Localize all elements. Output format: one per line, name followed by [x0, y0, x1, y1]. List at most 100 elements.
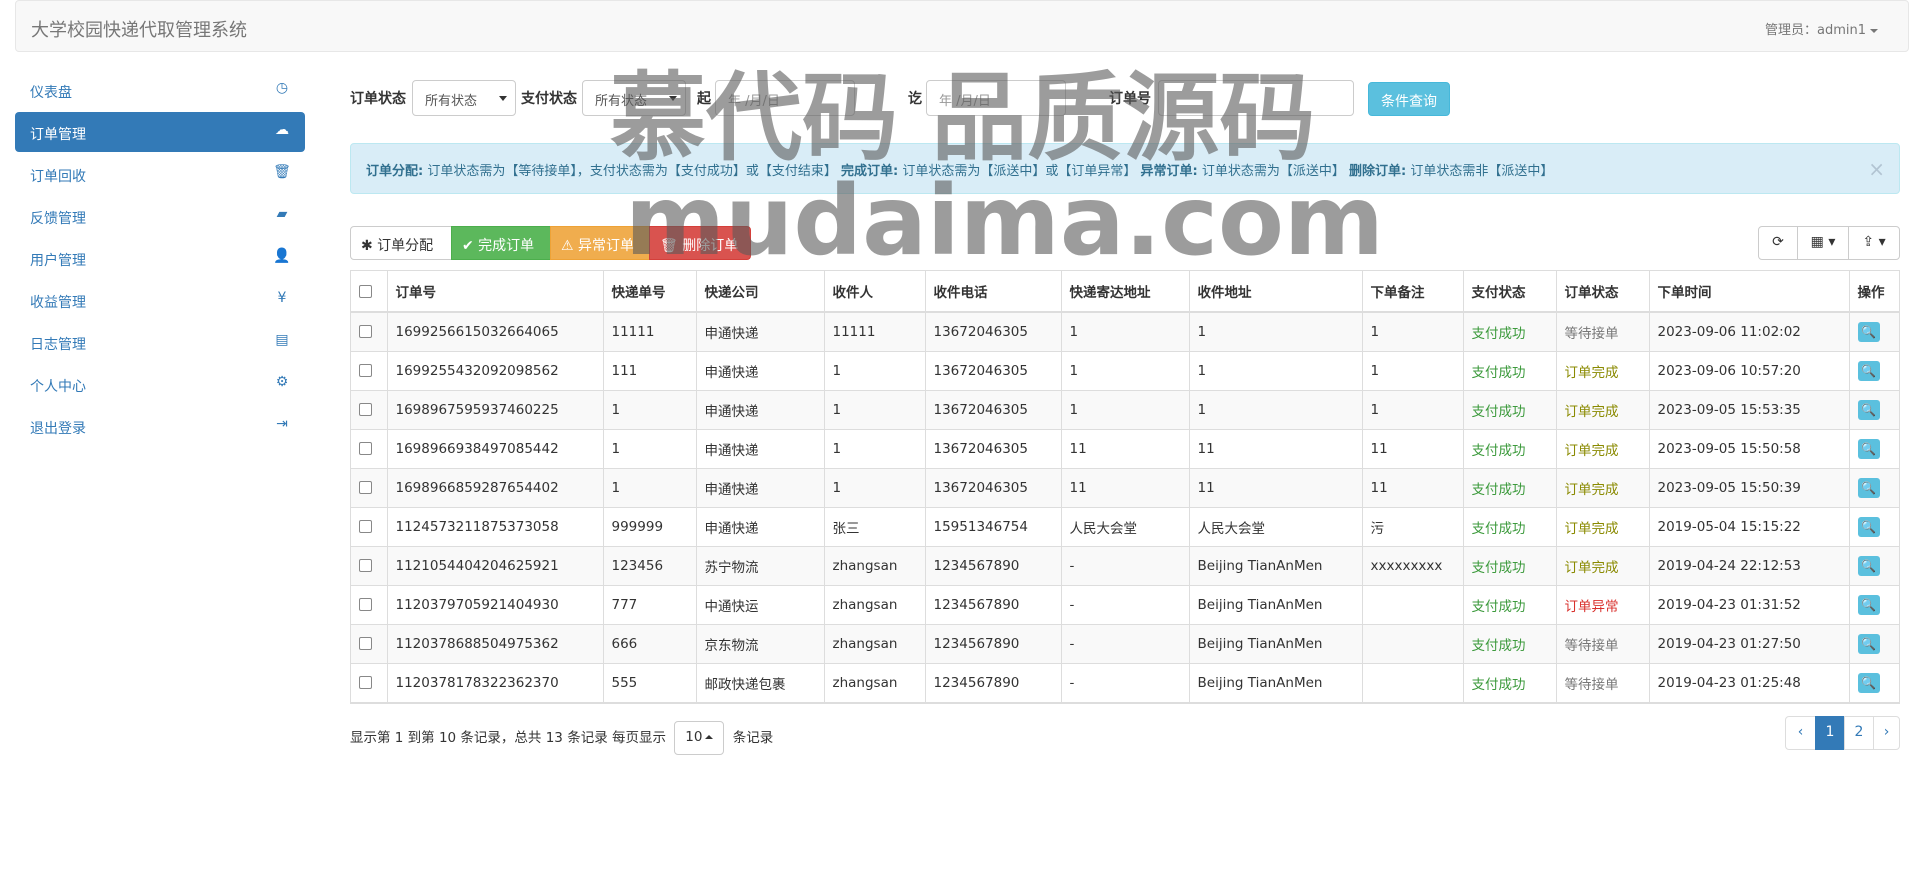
row-checkbox[interactable] — [359, 364, 372, 377]
view-detail-icon[interactable]: 🔍 — [1857, 360, 1880, 381]
caret-down-icon — [1870, 28, 1878, 33]
table-row[interactable]: 1121054404204625921 123456 苏宁物流 zhangsan 123… — [351, 546, 1899, 586]
comment-icon: ▰ — [276, 206, 288, 222]
dashboard-icon: ◷ — [275, 80, 289, 96]
column-header[interactable]: 快递公司 — [696, 271, 825, 313]
sidebar-item-0[interactable]: 仪表盘 ◷ — [15, 70, 305, 110]
view-detail-icon[interactable]: 🔍 — [1857, 399, 1880, 420]
table-cell: 2019-05-04 15:15:22 — [1649, 507, 1850, 547]
sidebar-item-7[interactable]: 个人中心 ⚙ — [15, 364, 305, 404]
table-cell: 订单完成 — [1556, 429, 1650, 469]
row-checkbox[interactable] — [359, 559, 372, 572]
table-cell: 1 — [824, 351, 926, 391]
table-cell: 777 — [603, 585, 697, 625]
sidebar-item-8[interactable]: 退出登录 ⇥ — [15, 406, 305, 446]
table-cell: 2023-09-05 15:53:35 — [1649, 390, 1850, 430]
table-cell: 1699256615032664065 — [387, 312, 604, 352]
cloud-upload-icon: ☁ — [275, 122, 289, 138]
sidebar-item-5[interactable]: 收益管理 ¥ — [15, 280, 305, 320]
column-header[interactable]: 收件地址 — [1189, 271, 1363, 313]
table-row[interactable]: 1699255432092098562 111 申通快递 1 13672046305 1 1… — [351, 351, 1899, 391]
complete-order-button[interactable]: ✔ 完成订单 — [451, 226, 551, 260]
table-cell: 1 — [1362, 312, 1464, 352]
column-header[interactable]: 下单备注 — [1362, 271, 1464, 313]
table-cell: 15951346754 — [925, 507, 1062, 547]
export-icon[interactable]: ⇪ ▾ — [1848, 226, 1900, 260]
table-cell: - — [1061, 663, 1190, 703]
close-icon[interactable]: × — [1868, 157, 1885, 181]
sidebar-item-2[interactable]: 订单回收 🗑 — [15, 154, 305, 194]
column-header[interactable]: 操作 — [1849, 271, 1899, 313]
sidebar-item-1[interactable]: 订单管理 ☁ — [15, 112, 305, 152]
row-checkbox[interactable] — [359, 325, 372, 339]
table-cell: 1698966938497085442 — [387, 429, 604, 469]
column-header[interactable]: 订单号 — [387, 271, 604, 313]
column-header[interactable]: 支付状态 — [1463, 271, 1557, 313]
table-cell: 支付成功 — [1463, 312, 1557, 352]
view-detail-icon[interactable]: 🔍 — [1857, 594, 1880, 615]
view-detail-icon[interactable]: 🔍 — [1857, 438, 1880, 459]
view-detail-icon[interactable]: 🔍 — [1857, 516, 1880, 537]
table-cell: 1 — [1189, 351, 1363, 391]
table-row[interactable]: 1698967595937460225 1 申通快递 1 13672046305 1 1 1 支… — [351, 390, 1899, 430]
row-checkbox[interactable] — [359, 520, 372, 533]
table-header-row: 订单号 快递单号 快递公司 收件人 收件电话 快递寄达地址 收件地址 下单备注 支付状态 订单状态… — [351, 271, 1899, 313]
next-page-button[interactable]: › — [1873, 716, 1900, 750]
column-header[interactable]: 快递寄达地址 — [1061, 271, 1190, 313]
column-header[interactable]: 收件人 — [824, 271, 926, 313]
query-button[interactable]: 条件查询 — [1368, 82, 1450, 116]
sidebar-item-4[interactable]: 用户管理 👤 — [15, 238, 305, 278]
view-detail-icon[interactable]: 🔍 — [1857, 633, 1880, 654]
admin-dropdown[interactable]: 管理员：admin1 — [1765, 19, 1878, 38]
sidebar-item-label: 收益管理 — [30, 295, 86, 311]
row-checkbox[interactable] — [359, 676, 372, 689]
prev-page-button[interactable]: ‹ — [1785, 716, 1816, 750]
action-cell: 🔍 — [1849, 390, 1899, 430]
app-title[interactable]: 大学校园快递代取管理系统 — [31, 16, 247, 42]
row-checkbox[interactable] — [359, 442, 372, 455]
view-detail-icon[interactable]: 🔍 — [1857, 672, 1880, 693]
table-row[interactable]: 1698966859287654402 1 申通快递 1 13672046305 11 11… — [351, 468, 1899, 508]
table-cell — [1362, 663, 1464, 703]
row-checkbox[interactable] — [359, 598, 372, 611]
table-cell: xxxxxxxxx — [1362, 546, 1464, 586]
table-cell: - — [1061, 546, 1190, 586]
sidebar-item-6[interactable]: 日志管理 ▤ — [15, 322, 305, 362]
view-detail-icon[interactable]: 🔍 — [1857, 477, 1880, 498]
table-row[interactable]: 1699256615032664065 11111 申通快递 11111 1367204… — [351, 312, 1899, 352]
column-header[interactable]: 订单状态 — [1556, 271, 1650, 313]
row-select-cell — [351, 546, 388, 586]
table-row[interactable]: 1120378688504975362 666 京东物流 zhangsan 123456… — [351, 624, 1899, 664]
row-checkbox[interactable] — [359, 481, 372, 494]
view-detail-icon[interactable]: 🔍 — [1857, 555, 1880, 576]
column-header[interactable]: 下单时间 — [1649, 271, 1850, 313]
table-row[interactable]: 1698966938497085442 1 申通快递 1 13672046305 11 11… — [351, 429, 1899, 469]
column-header[interactable]: 快递单号 — [603, 271, 697, 313]
table-cell: 666 — [603, 624, 697, 664]
column-header[interactable]: 收件电话 — [925, 271, 1062, 313]
assign-order-button[interactable]: ✱ 订单分配 — [350, 226, 452, 260]
page-1-button[interactable]: 1 — [1815, 716, 1845, 750]
table-cell: 11 — [1189, 468, 1363, 508]
sidebar-item-3[interactable]: 反馈管理 ▰ — [15, 196, 305, 236]
columns-toggle-icon[interactable]: ▦ ▾ — [1797, 226, 1849, 260]
page-size-select[interactable]: 10 — [674, 721, 725, 755]
orders-table: 订单号 快递单号 快递公司 收件人 收件电话 快递寄达地址 收件地址 下单备注 支付状态 订单状态… — [350, 270, 1900, 704]
order-status-select[interactable]: 所有状态 — [412, 80, 516, 116]
table-cell: 1 — [603, 468, 697, 508]
refresh-icon[interactable]: ⟳ — [1758, 226, 1798, 260]
table-row[interactable]: 1120378178322362370 555 邮政快递包裹 zhangsan 1234… — [351, 663, 1899, 703]
pagination: ‹ 1 2 › — [1785, 716, 1900, 750]
row-checkbox[interactable] — [359, 637, 372, 650]
table-cell: 1698967595937460225 — [387, 390, 604, 430]
view-detail-icon[interactable]: 🔍 — [1857, 321, 1880, 342]
page-2-button[interactable]: 2 — [1844, 716, 1874, 750]
row-checkbox[interactable] — [359, 403, 372, 416]
table-cell: 1120379705921404930 — [387, 585, 604, 625]
table-row[interactable]: 1124573211875373058 999999 申通快递 张三 159513467… — [351, 507, 1899, 547]
select-all-checkbox[interactable] — [359, 284, 372, 298]
row-select-cell — [351, 624, 388, 664]
table-row[interactable]: 1120379705921404930 777 中通快运 zhangsan 123456… — [351, 585, 1899, 625]
table-cell: 支付成功 — [1463, 663, 1557, 703]
table-cell: 1 — [824, 468, 926, 508]
